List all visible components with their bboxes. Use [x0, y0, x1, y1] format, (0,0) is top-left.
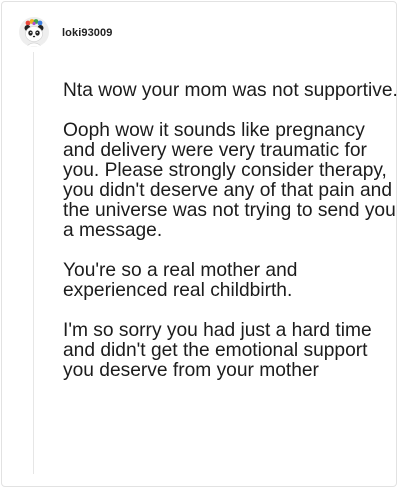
thread-line[interactable]: [33, 52, 34, 474]
comment-paragraph: I'm so sorry you had just a hard time an…: [63, 320, 372, 381]
comment-body: Nta wow your mom was not supportive. Oop…: [63, 81, 398, 381]
comment-paragraph: Ooph wow it sounds like pregnancy and de…: [63, 120, 396, 241]
comment-paragraph: You're so a real mother and experienced …: [63, 260, 298, 301]
panda-avatar-icon[interactable]: [19, 17, 49, 47]
comment-card: loki93009 Nta wow your mom was not suppo…: [1, 1, 398, 487]
comment-author-username[interactable]: loki93009: [62, 27, 112, 39]
comment-paragraph: Nta wow your mom was not supportive.: [63, 80, 398, 101]
